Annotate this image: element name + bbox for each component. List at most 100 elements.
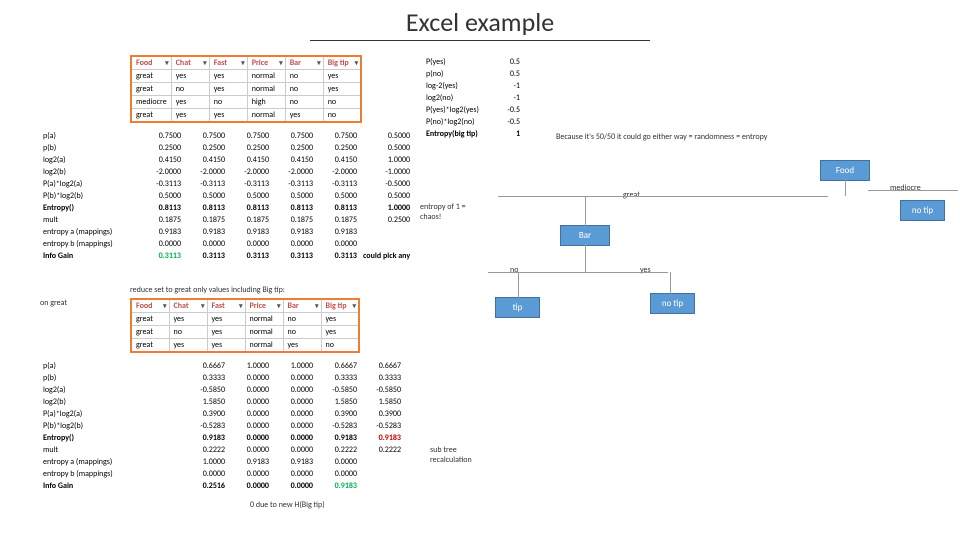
cell: P(no)*log2(no) — [422, 117, 492, 127]
reduce-label: reduce set to great only values includin… — [130, 285, 285, 295]
column-header[interactable]: Fast — [207, 299, 245, 313]
cell: Info Gain — [40, 480, 140, 492]
cell: -2.0000 — [228, 166, 272, 178]
cell: 1.0000 — [184, 456, 228, 468]
table-row: entropy b (mappings)0.00000.00000.00000.… — [40, 468, 404, 480]
tree-line-2 — [868, 190, 958, 191]
cell: 0.0000 — [272, 468, 316, 480]
side-calc-table: P(yes)0.5p(no)0.5log-2(yes)-1log2(no)-1P… — [420, 55, 526, 141]
cell: 0.3113 — [184, 250, 228, 262]
cell: 0.4150 — [272, 154, 316, 166]
tree-line-3 — [488, 272, 668, 273]
cell: P(yes)*log2(yes) — [422, 105, 492, 115]
cell: 0.0000 — [228, 372, 272, 384]
column-header[interactable]: Price — [245, 299, 283, 313]
cell — [140, 396, 184, 408]
cell: yes — [207, 339, 245, 353]
cell: 0.4150 — [228, 154, 272, 166]
table-row: P(b)*log2(b)0.50000.50000.50000.50000.50… — [40, 190, 413, 202]
column-header[interactable]: Big tip — [323, 56, 361, 70]
table-row: log2(no)-1 — [422, 93, 524, 103]
cell: yes — [323, 83, 361, 96]
cell: no — [171, 83, 209, 96]
cell: yes — [285, 109, 323, 123]
cell: no — [323, 96, 361, 109]
cell: high — [247, 96, 285, 109]
tree-label-yes: yes — [640, 265, 651, 275]
cell: no — [209, 96, 247, 109]
cell: 0.0000 — [316, 468, 360, 480]
cell: 0.0000 — [316, 238, 360, 250]
column-header[interactable]: Chat — [171, 56, 209, 70]
cell: 0.7500 — [228, 130, 272, 142]
column-header[interactable]: Bar — [285, 56, 323, 70]
cell: no — [285, 96, 323, 109]
cell: P(a)*log2(a) — [40, 178, 140, 190]
cell: normal — [247, 83, 285, 96]
tree-line-v5 — [670, 272, 671, 294]
cell: log2(b) — [40, 166, 140, 178]
cell: 0.0000 — [272, 480, 316, 492]
bottom-note: 0 due to new H(Big tip) — [250, 500, 325, 510]
table-row: p(no)0.5 — [422, 69, 524, 79]
cell: 0.9183 — [272, 226, 316, 238]
cell: 0.9183 — [316, 480, 360, 492]
cell: 1.0000 — [272, 360, 316, 372]
cell: 0.9183 — [272, 456, 316, 468]
table-row: Entropy()0.91830.00000.00000.91830.9183 — [40, 432, 404, 444]
cell — [140, 480, 184, 492]
cell: 0.8113 — [316, 202, 360, 214]
cell: mult — [40, 444, 140, 456]
cell: yes — [171, 96, 209, 109]
cell: 0.0000 — [228, 238, 272, 250]
cell: 0.9183 — [228, 226, 272, 238]
cell: entropy b (mappings) — [40, 238, 140, 250]
cell: 0.3900 — [184, 408, 228, 420]
cell — [140, 456, 184, 468]
cell: 0.0000 — [228, 480, 272, 492]
cell: 0.0000 — [184, 238, 228, 250]
column-header[interactable]: Food — [131, 299, 169, 313]
cell — [140, 372, 184, 384]
cell: 0.5 — [494, 69, 524, 79]
cell — [140, 444, 184, 456]
cell: 0.9183 — [140, 226, 184, 238]
table-row: log2(a)-0.58500.00000.0000-0.5850-0.5850 — [40, 384, 404, 396]
column-header[interactable]: Bar — [283, 299, 321, 313]
cell: no — [283, 326, 321, 339]
cell: normal — [245, 313, 283, 326]
cell: 0.8113 — [140, 202, 184, 214]
cell: -0.3113 — [184, 178, 228, 190]
cell: entropy a (mappings) — [40, 226, 140, 238]
column-header[interactable]: Food — [131, 56, 171, 70]
table-row: P(no)*log2(no)-0.5 — [422, 117, 524, 127]
cell: normal — [247, 70, 285, 83]
table-row: mult0.22220.00000.00000.22220.2222 — [40, 444, 404, 456]
tree-node-bar: Bar — [560, 225, 610, 246]
cell: log2(no) — [422, 93, 492, 103]
cell: great — [131, 70, 171, 83]
stats-table-1: p(a)0.75000.75000.75000.75000.75000.5000… — [40, 130, 413, 262]
cell: 0.3113 — [272, 250, 316, 262]
column-header[interactable]: Fast — [209, 56, 247, 70]
cell: no — [323, 109, 361, 123]
table-row: greatyesyesnormalyesno — [131, 109, 361, 123]
cell: -0.5850 — [360, 384, 404, 396]
table-row: Entropy(big tip)1 — [422, 129, 524, 139]
column-header[interactable]: Chat — [169, 299, 207, 313]
cell: P(b)*log2(b) — [40, 420, 140, 432]
cell: 0.7500 — [272, 130, 316, 142]
column-header[interactable]: Big tip — [321, 299, 359, 313]
entropy-note: entropy of 1 = chaos! — [420, 202, 480, 222]
cell: 0.0000 — [228, 420, 272, 432]
cell: 0.3333 — [184, 372, 228, 384]
table-row: p(b)0.33330.00000.00000.33330.3333 — [40, 372, 404, 384]
table-row: entropy b (mappings)0.00000.00000.00000.… — [40, 238, 413, 250]
table-row: entropy a (mappings)0.91830.91830.91830.… — [40, 226, 413, 238]
column-header[interactable]: Price — [247, 56, 285, 70]
cell — [140, 468, 184, 480]
cell: 0.4150 — [184, 154, 228, 166]
cell: 0.0000 — [272, 420, 316, 432]
cell: 0.9183 — [360, 432, 404, 444]
tree-node-notip-2: no tip — [650, 293, 695, 314]
